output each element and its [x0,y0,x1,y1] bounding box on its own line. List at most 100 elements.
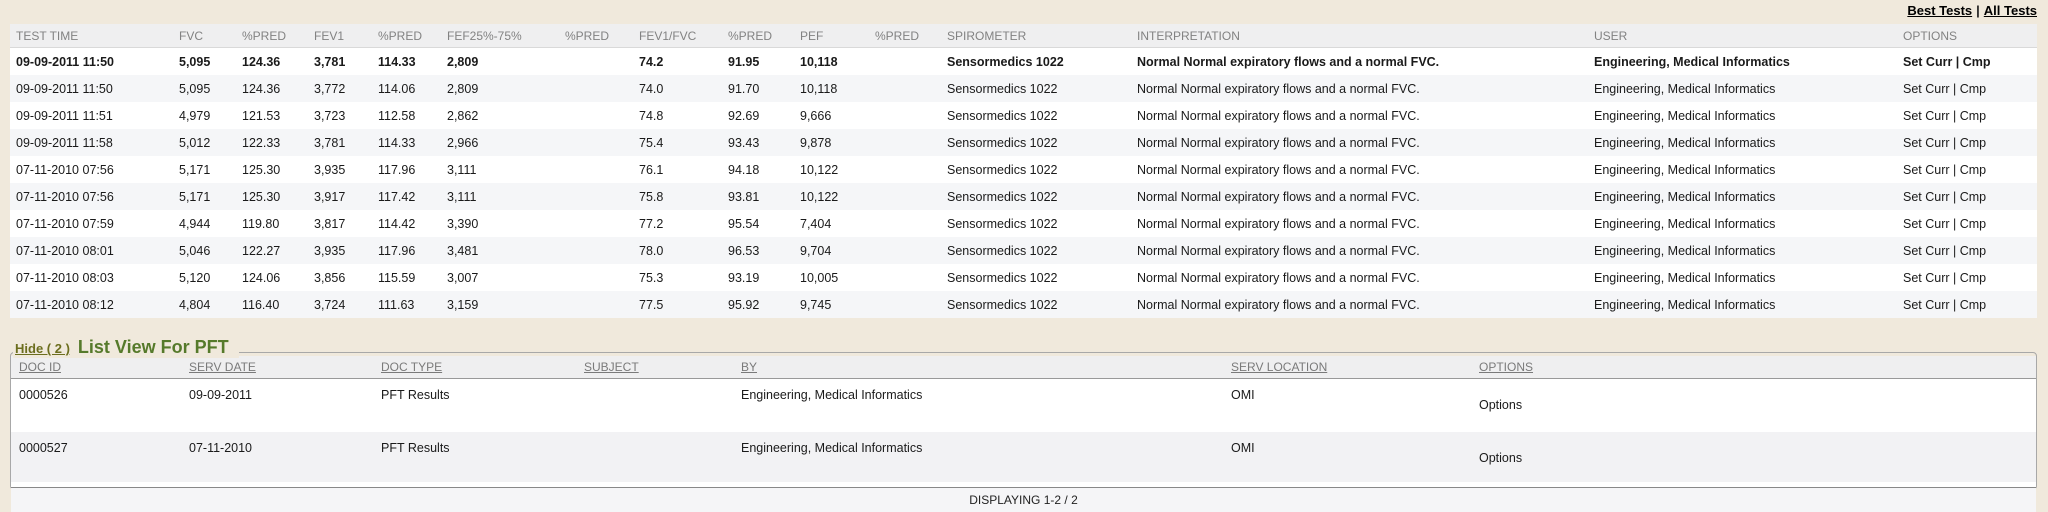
fef-pred-cell [559,183,633,210]
spirometer-cell: Sensormedics 1022 [941,291,1131,318]
user-cell: Engineering, Medical Informatics [1588,102,1897,129]
fvc-cell: 4,979 [173,102,236,129]
fev1-pred-cell: 117.42 [372,183,441,210]
list-view-title: List View For PFT [78,337,229,358]
fev1-pred-cell: 114.33 [372,48,441,76]
fev1-fvc-pred-cell: 93.43 [722,129,794,156]
fef-pred-cell [559,156,633,183]
pef-pred-cell [869,183,941,210]
table-row: 07-11-2010 07:594,944119.803,817114.423,… [10,210,2037,237]
sort-col-serv-date[interactable]: SERV DATE [181,356,373,379]
set-curr-cmp-links[interactable]: Set Curr | Cmp [1897,237,2037,264]
fev1-fvc-pred-cell: 91.95 [722,48,794,76]
pef-pred-cell [869,210,941,237]
fev1-fvc-cell: 78.0 [633,237,722,264]
fef-cell: 3,111 [441,183,559,210]
set-curr-cmp-links[interactable]: Set Curr | Cmp [1897,156,2037,183]
fev1-fvc-pred-cell: 93.19 [722,264,794,291]
interpretation-cell: Normal Normal expiratory flows and a nor… [1131,210,1588,237]
fev1-cell: 3,723 [308,102,372,129]
serv-location-cell: OMI [1223,432,1471,482]
test-time-cell: 09-09-2011 11:50 [10,75,173,102]
fev1-pred-cell: 114.06 [372,75,441,102]
user-cell: Engineering, Medical Informatics [1588,156,1897,183]
sort-col-subject[interactable]: SUBJECT [576,356,733,379]
fef-pred-cell [559,264,633,291]
interpretation-cell: Normal Normal expiratory flows and a nor… [1131,75,1588,102]
fev1-cell: 3,781 [308,48,372,76]
user-cell: Engineering, Medical Informatics [1588,210,1897,237]
interpretation-cell: Normal Normal expiratory flows and a nor… [1131,156,1588,183]
fev1-pred-cell: 111.63 [372,291,441,318]
test-time-cell: 07-11-2010 08:03 [10,264,173,291]
fef-cell: 3,390 [441,210,559,237]
fev1-fvc-pred-cell: 96.53 [722,237,794,264]
set-curr-cmp-links[interactable]: Set Curr | Cmp [1897,75,2037,102]
fef-pred-cell [559,129,633,156]
all-tests-link[interactable]: All Tests [1984,3,2037,18]
sort-col-serv-location[interactable]: SERV LOCATION [1223,356,1471,379]
fev1-fvc-cell: 75.8 [633,183,722,210]
interpretation-cell: Normal Normal expiratory flows and a nor… [1131,264,1588,291]
fev1-pred-cell: 117.96 [372,237,441,264]
test-time-cell: 07-11-2010 07:56 [10,183,173,210]
spirometer-cell: Sensormedics 1022 [941,75,1131,102]
sort-col-options[interactable]: OPTIONS [1471,356,2036,379]
fvc-cell: 5,095 [173,75,236,102]
set-curr-cmp-links[interactable]: Set Curr | Cmp [1897,102,2037,129]
set-curr-cmp-links[interactable]: Set Curr | Cmp [1897,264,2037,291]
fvc-pred-cell: 124.36 [236,48,308,76]
fvc-cell: 5,171 [173,183,236,210]
test-time-cell: 09-09-2011 11:58 [10,129,173,156]
set-curr-cmp-links[interactable]: Set Curr | Cmp [1897,183,2037,210]
pef-pred-cell [869,237,941,264]
set-curr-cmp-links[interactable]: Set Curr | Cmp [1897,48,2037,76]
sort-col-by[interactable]: BY [733,356,1223,379]
interpretation-cell: Normal Normal expiratory flows and a nor… [1131,237,1588,264]
fev1-pred-cell: 114.33 [372,129,441,156]
set-curr-cmp-links[interactable]: Set Curr | Cmp [1897,210,2037,237]
doc-id-cell: 0000526 [11,379,181,433]
pef-cell: 10,118 [794,75,869,102]
fev1-cell: 3,856 [308,264,372,291]
col-fef: FEF25%-75% [441,24,559,48]
table-row: 07-11-2010 07:565,171125.303,935117.963,… [10,156,2037,183]
interpretation-cell: Normal Normal expiratory flows and a nor… [1131,102,1588,129]
set-curr-cmp-links[interactable]: Set Curr | Cmp [1897,129,2037,156]
table-row: 07-11-2010 08:035,120124.063,856115.593,… [10,264,2037,291]
fev1-fvc-pred-cell: 91.70 [722,75,794,102]
options-link[interactable]: Options [1471,379,2036,433]
pft-document-list-table: DOC IDSERV DATEDOC TYPESUBJECTBYSERV LOC… [11,356,2036,512]
interpretation-cell: Normal Normal expiratory flows and a nor… [1131,291,1588,318]
results-header-row: TEST TIMEFVC%PREDFEV1%PREDFEF25%-75%%PRE… [10,24,2037,48]
fef-pred-cell [559,237,633,264]
fvc-pred-cell: 119.80 [236,210,308,237]
spirometer-cell: Sensormedics 1022 [941,237,1131,264]
pef-pred-cell [869,102,941,129]
table-row: 07-11-2010 08:015,046122.273,935117.963,… [10,237,2037,264]
spirometer-cell: Sensormedics 1022 [941,102,1131,129]
by-cell: Engineering, Medical Informatics [733,432,1223,482]
hide-link[interactable]: Hide ( 2 ) [15,341,70,356]
best-tests-link[interactable]: Best Tests [1907,3,1972,18]
pef-pred-cell [869,75,941,102]
set-curr-cmp-links[interactable]: Set Curr | Cmp [1897,291,2037,318]
test-time-cell: 07-11-2010 08:12 [10,291,173,318]
pef-pred-cell [869,129,941,156]
pef-cell: 9,704 [794,237,869,264]
options-link[interactable]: Options [1471,432,2036,482]
sort-col-doc-type[interactable]: DOC TYPE [373,356,576,379]
fev1-fvc-cell: 74.0 [633,75,722,102]
pft-results-page: { "page": { "colors": { "background": "#… [0,0,2048,496]
col-pef-pred: %PRED [869,24,941,48]
displaying-count: DISPLAYING 1-2 / 2 [11,488,2036,512]
test-time-cell: 07-11-2010 08:01 [10,237,173,264]
interpretation-cell: Normal Normal expiratory flows and a nor… [1131,183,1588,210]
sort-col-doc-id[interactable]: DOC ID [11,356,181,379]
pef-cell: 9,666 [794,102,869,129]
serv-date-cell: 09-09-2011 [181,379,373,433]
pef-cell: 10,005 [794,264,869,291]
pef-cell: 10,122 [794,183,869,210]
fef-cell: 3,481 [441,237,559,264]
fef-pred-cell [559,75,633,102]
